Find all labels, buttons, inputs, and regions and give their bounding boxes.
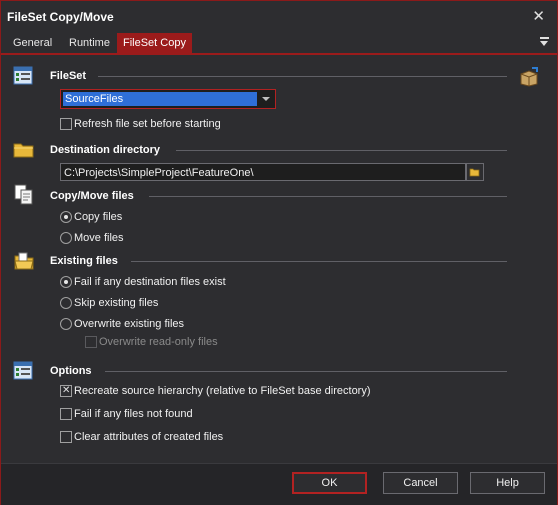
close-icon[interactable]: ✕	[532, 7, 545, 25]
chevron-down-icon	[262, 97, 270, 101]
title-bar: FileSet Copy/Move ✕	[1, 1, 557, 31]
move-files-label: Move files	[74, 232, 124, 244]
tab-bar: General Runtime FileSet Copy	[1, 31, 557, 55]
fileset-section-title: FileSet	[50, 70, 87, 82]
fileset-selected-value: SourceFiles	[63, 92, 257, 106]
fail-if-exist-label: Fail if any destination files exist	[74, 276, 226, 288]
fileset-dropdown[interactable]: SourceFiles	[60, 89, 276, 109]
skip-existing-radio[interactable]: Skip existing files	[60, 295, 220, 311]
destination-path-input[interactable]: C:\Projects\SimpleProject\FeatureOne\	[60, 163, 466, 181]
tab-runtime[interactable]: Runtime	[63, 33, 116, 53]
copymove-section-title: Copy/Move files	[50, 190, 134, 202]
fail-if-exist-radio-dot[interactable]	[60, 276, 72, 288]
destination-section-title: Destination directory	[50, 144, 161, 156]
folder-icon	[13, 143, 34, 158]
recreate-hierarchy-label: Recreate source hierarchy (relative to F…	[74, 385, 371, 397]
overwrite-existing-radio-dot[interactable]	[60, 318, 72, 330]
dialog-window: FileSet Copy/Move ✕ General Runtime File…	[0, 0, 558, 505]
options-separator	[105, 371, 507, 372]
overwrite-readonly-checkbox-box[interactable]	[85, 336, 97, 348]
skip-existing-label: Skip existing files	[74, 297, 159, 309]
button-bar: OK Cancel Help	[1, 463, 557, 505]
clear-attributes-checkbox-box[interactable]	[60, 431, 72, 443]
copy-files-radio-dot[interactable]	[60, 211, 72, 223]
browse-folder-icon	[469, 168, 480, 177]
browse-folder-button[interactable]	[466, 163, 484, 181]
fail-not-found-label: Fail if any files not found	[74, 408, 193, 420]
existing-files-folder-icon	[14, 252, 34, 270]
existing-section-title: Existing files	[50, 255, 118, 267]
overwrite-readonly-checkbox[interactable]: Overwrite read-only files	[85, 334, 245, 350]
fail-if-exist-radio[interactable]: Fail if any destination files exist	[60, 274, 260, 290]
move-files-radio-dot[interactable]	[60, 232, 72, 244]
fileset-separator	[98, 76, 507, 77]
content-panel: FileSet SourceFiles Refresh file set bef…	[1, 55, 557, 463]
tab-menu-icon[interactable]	[539, 34, 551, 48]
help-button[interactable]: Help	[470, 472, 545, 494]
existing-separator	[131, 261, 507, 262]
copy-files-label: Copy files	[74, 211, 123, 223]
fileset-package-icon[interactable]	[518, 65, 540, 87]
clear-attributes-label: Clear attributes of created files	[74, 431, 224, 443]
options-icon	[13, 361, 33, 380]
overwrite-readonly-label: Overwrite read-only files	[99, 336, 218, 348]
fileset-icon	[13, 66, 33, 85]
overwrite-existing-label: Overwrite existing files	[74, 318, 185, 330]
copymove-separator	[149, 196, 507, 197]
copy-files-radio[interactable]: Copy files	[60, 209, 180, 225]
recreate-hierarchy-checkbox[interactable]: Recreate source hierarchy (relative to F…	[60, 383, 390, 399]
window-title: FileSet Copy/Move	[7, 10, 114, 24]
tab-fileset-copy[interactable]: FileSet Copy	[117, 33, 192, 53]
fail-not-found-checkbox[interactable]: Fail if any files not found	[60, 406, 240, 422]
skip-existing-radio-dot[interactable]	[60, 297, 72, 309]
overwrite-existing-radio[interactable]: Overwrite existing files	[60, 316, 220, 332]
fail-not-found-checkbox-box[interactable]	[60, 408, 72, 420]
clear-attributes-checkbox[interactable]: Clear attributes of created files	[60, 429, 260, 445]
destination-separator	[176, 150, 507, 151]
refresh-fileset-checkbox[interactable]: Refresh file set before starting	[60, 116, 260, 132]
cancel-button[interactable]: Cancel	[383, 472, 458, 494]
move-files-radio[interactable]: Move files	[60, 230, 180, 246]
recreate-hierarchy-checkbox-box[interactable]	[60, 384, 72, 397]
ok-button[interactable]: OK	[292, 472, 367, 494]
tab-general[interactable]: General	[7, 33, 58, 53]
copy-files-icon	[14, 184, 33, 205]
refresh-checkbox-label: Refresh file set before starting	[74, 118, 221, 130]
refresh-checkbox-box[interactable]	[60, 118, 72, 130]
options-section-title: Options	[50, 365, 92, 377]
